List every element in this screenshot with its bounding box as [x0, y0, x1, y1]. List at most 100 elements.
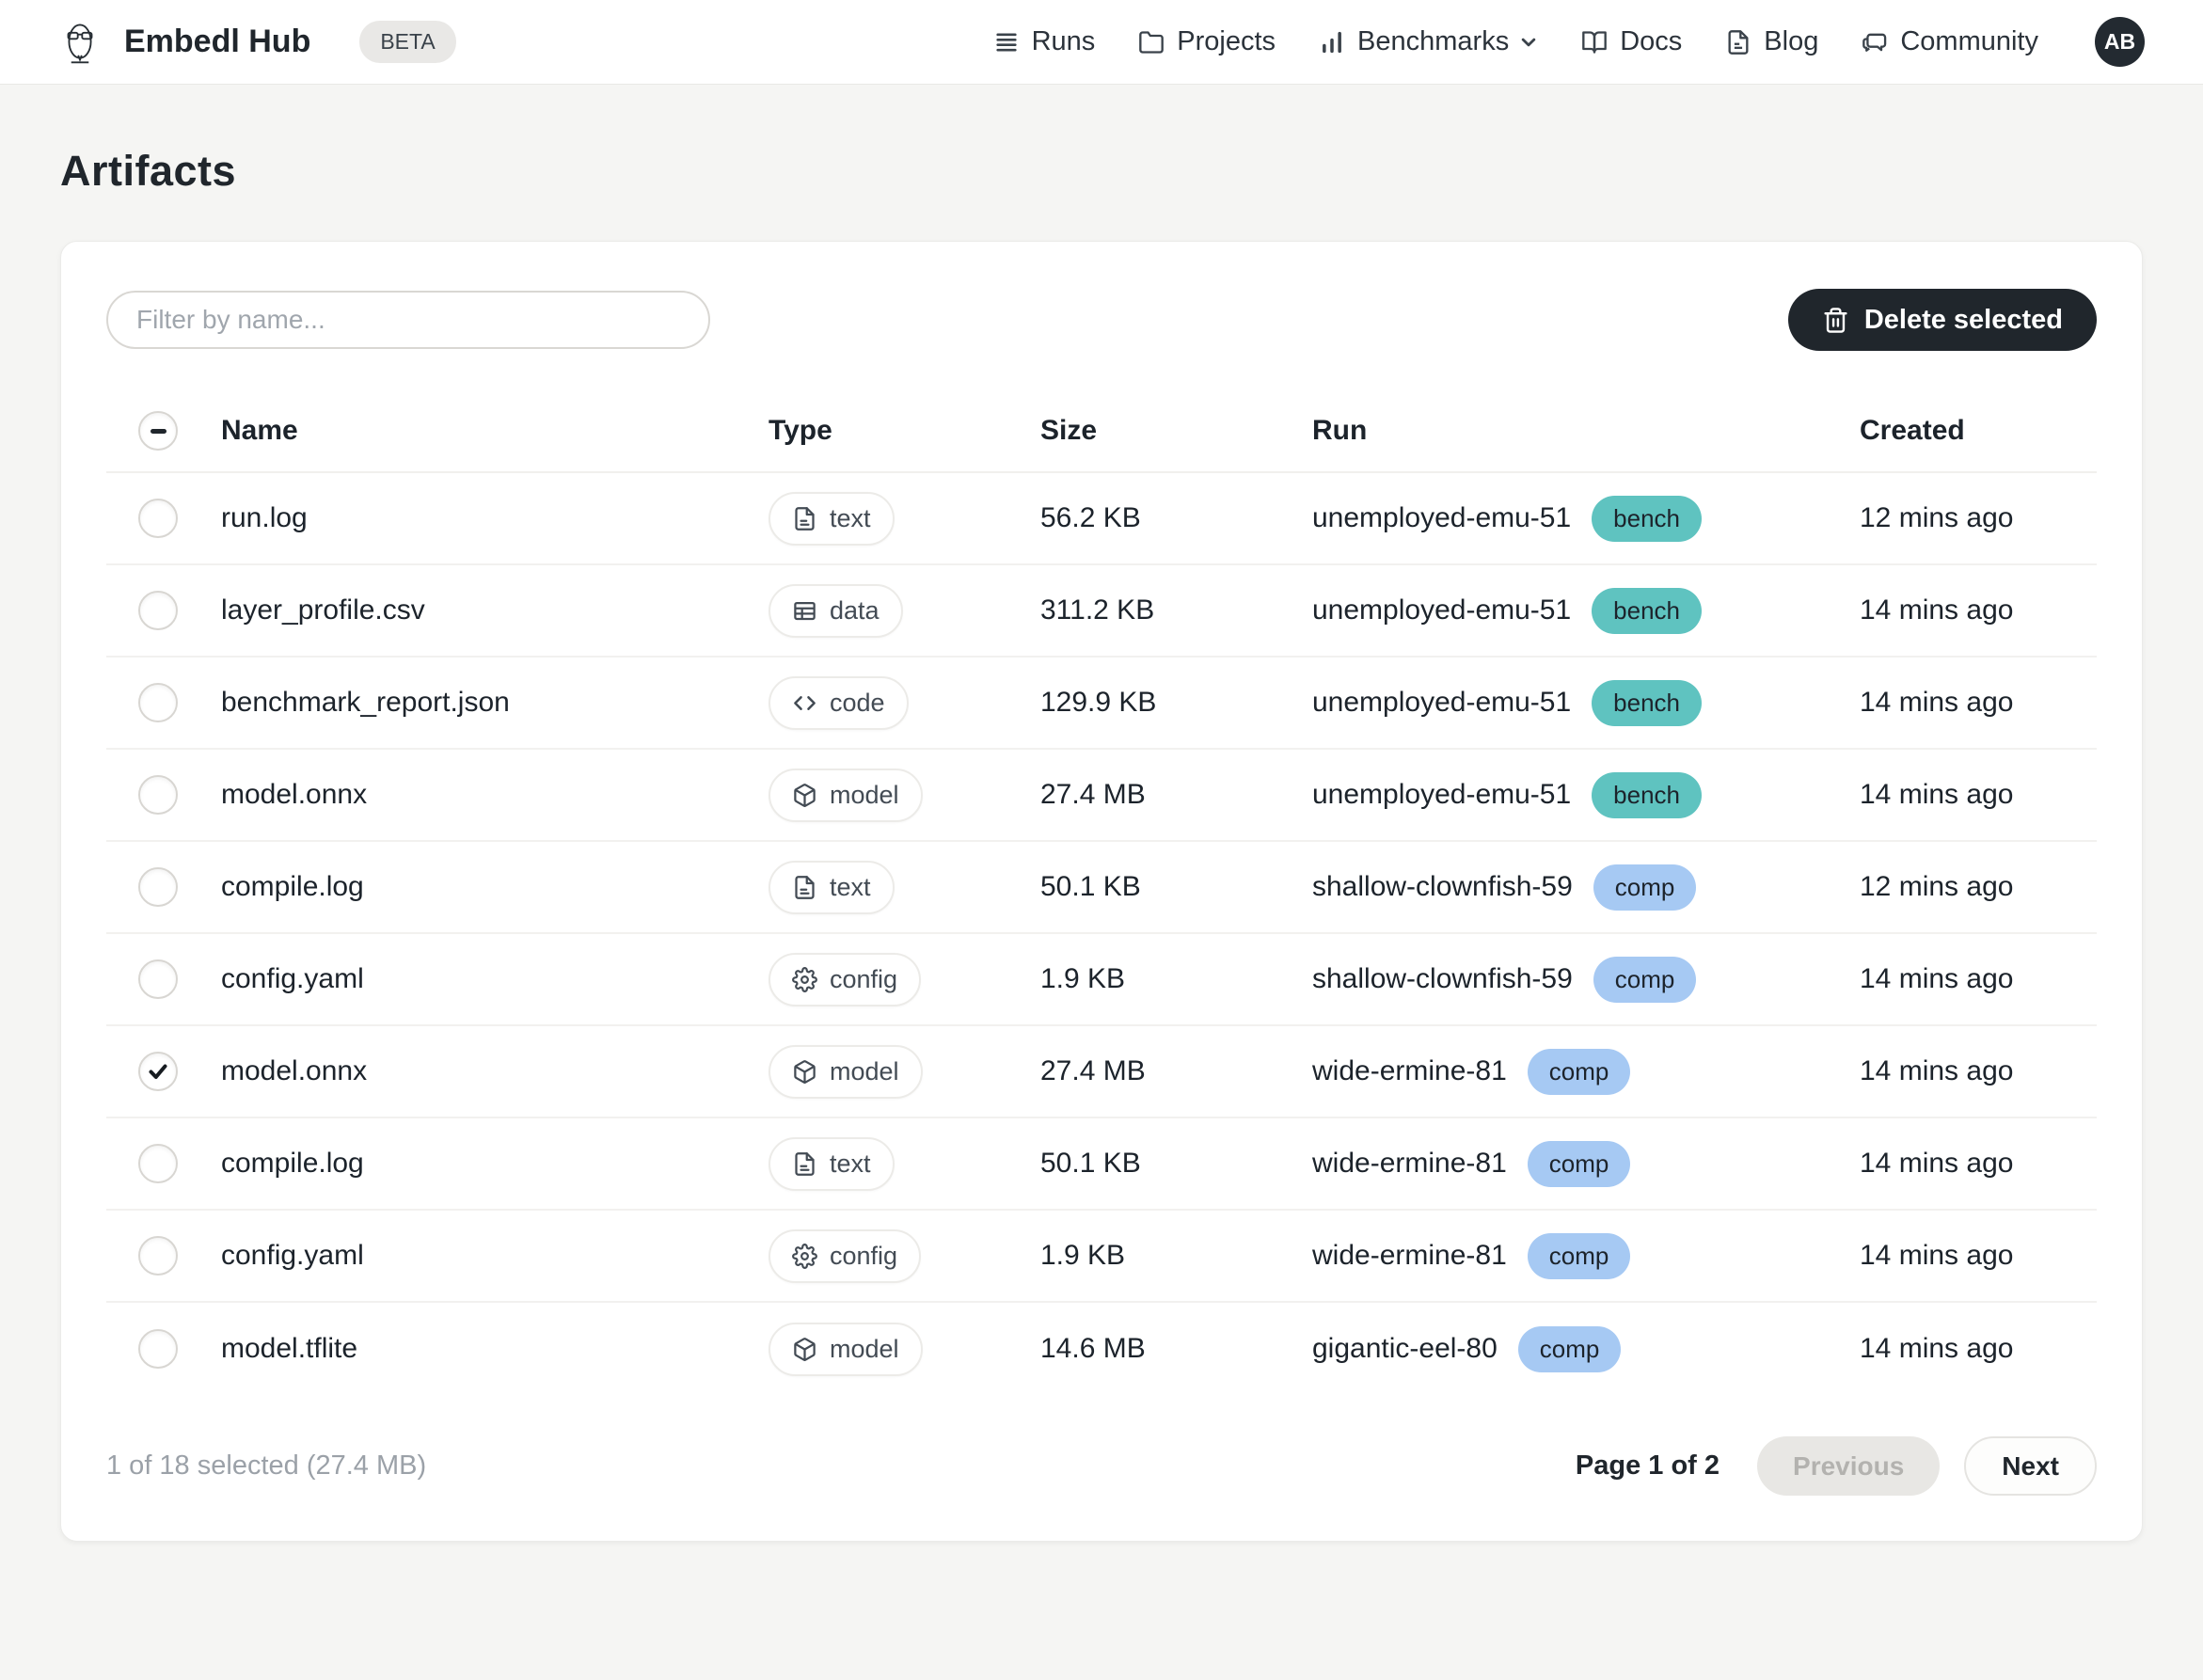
table-row: config.yaml config 1.9 KB wide-ermine-81… [106, 1211, 2097, 1303]
run-kind-badge: bench [1592, 588, 1702, 634]
nav-item-blog[interactable]: Blog [1725, 26, 1818, 57]
type-badge: model [769, 769, 923, 822]
column-header-run[interactable]: Run [1301, 415, 1848, 447]
artifact-size: 1.9 KB [1029, 963, 1301, 995]
chat-bubbles-icon [1862, 29, 1888, 55]
artifact-name: benchmark_report.json [210, 687, 757, 719]
run-name[interactable]: wide-ermine-81 [1312, 1148, 1507, 1180]
filter-input[interactable] [106, 291, 710, 349]
type-label: config [830, 1242, 897, 1271]
table-row: config.yaml config 1.9 KB shallow-clownf… [106, 934, 2097, 1026]
row-checkbox[interactable] [138, 1144, 178, 1183]
artifacts-card: Delete selected Name Type Size Run Creat… [60, 241, 2143, 1542]
type-label: model [830, 1057, 899, 1086]
artifact-name: compile.log [210, 1148, 757, 1180]
row-checkbox[interactable] [138, 683, 178, 722]
type-badge: config [769, 953, 921, 1006]
run-name[interactable]: wide-ermine-81 [1312, 1055, 1507, 1087]
code-icon [792, 690, 817, 716]
next-page-button[interactable]: Next [1964, 1436, 2097, 1496]
chevron-down-icon [1519, 33, 1538, 52]
run-name[interactable]: gigantic-eel-80 [1312, 1333, 1498, 1365]
cube-icon [792, 783, 817, 808]
column-header-created[interactable]: Created [1848, 415, 2097, 447]
artifact-created: 14 mins ago [1848, 1240, 2097, 1272]
main-nav: Runs Projects Benchmarks Docs Blog Commu… [993, 26, 2038, 57]
nav-item-projects[interactable]: Projects [1138, 26, 1276, 57]
artifact-name: compile.log [210, 871, 757, 903]
table-row: run.log text 56.2 KB unemployed-emu-51 b… [106, 473, 2097, 565]
app-header: Embedl Hub BETA Runs Projects Benchmarks… [0, 0, 2203, 85]
indeterminate-minus-icon [151, 429, 166, 434]
check-icon [147, 1060, 169, 1083]
table-header-row: Name Type Size Run Created [106, 390, 2097, 473]
artifact-size: 27.4 MB [1029, 779, 1301, 811]
table-row: compile.log text 50.1 KB shallow-clownfi… [106, 842, 2097, 934]
trash-icon [1822, 307, 1849, 334]
table-row: compile.log text 50.1 KB wide-ermine-81 … [106, 1118, 2097, 1211]
select-all-checkbox[interactable] [138, 411, 178, 451]
run-name[interactable]: wide-ermine-81 [1312, 1240, 1507, 1272]
page-title: Artifacts [60, 147, 2143, 196]
artifact-created: 14 mins ago [1848, 963, 2097, 995]
type-label: text [830, 873, 871, 902]
artifact-created: 12 mins ago [1848, 502, 2097, 534]
type-label: model [830, 781, 899, 810]
table-icon [792, 598, 817, 624]
beta-badge: BETA [359, 21, 455, 63]
run-name[interactable]: shallow-clownfish-59 [1312, 963, 1573, 995]
brand-name: Embedl Hub [124, 24, 310, 60]
column-header-size[interactable]: Size [1029, 415, 1301, 447]
row-checkbox[interactable] [138, 775, 178, 815]
artifact-size: 27.4 MB [1029, 1055, 1301, 1087]
file-text-icon [792, 506, 817, 531]
artifact-name: config.yaml [210, 963, 757, 995]
file-lines-icon [1725, 29, 1751, 55]
row-checkbox[interactable] [138, 1052, 178, 1091]
nav-item-runs[interactable]: Runs [993, 26, 1096, 57]
table-row: layer_profile.csv data 311.2 KB unemploy… [106, 565, 2097, 658]
run-name[interactable]: unemployed-emu-51 [1312, 594, 1571, 626]
run-name[interactable]: unemployed-emu-51 [1312, 779, 1571, 811]
run-name[interactable]: shallow-clownfish-59 [1312, 871, 1573, 903]
row-checkbox[interactable] [138, 959, 178, 999]
brand[interactable]: Embedl Hub BETA [58, 19, 456, 66]
table-row: model.onnx model 27.4 MB unemployed-emu-… [106, 750, 2097, 842]
folder-icon [1138, 29, 1165, 55]
row-checkbox[interactable] [138, 867, 178, 907]
artifact-created: 14 mins ago [1848, 779, 2097, 811]
type-badge: text [769, 1137, 895, 1191]
type-badge: config [769, 1229, 921, 1283]
cube-icon [792, 1337, 817, 1362]
run-kind-badge: bench [1592, 772, 1702, 818]
artifact-name: model.onnx [210, 1055, 757, 1087]
gear-icon [792, 967, 817, 992]
selection-summary: 1 of 18 selected (27.4 MB) [106, 1450, 426, 1482]
previous-page-button[interactable]: Previous [1757, 1436, 1940, 1496]
row-checkbox[interactable] [138, 591, 178, 630]
table-row: model.onnx model 27.4 MB wide-ermine-81 … [106, 1026, 2097, 1118]
type-badge: model [769, 1323, 923, 1376]
artifact-created: 14 mins ago [1848, 594, 2097, 626]
nav-item-benchmarks[interactable]: Benchmarks [1319, 26, 1538, 57]
avatar[interactable]: AB [2095, 17, 2145, 67]
row-checkbox[interactable] [138, 1329, 178, 1369]
run-name[interactable]: unemployed-emu-51 [1312, 687, 1571, 719]
column-header-type[interactable]: Type [757, 415, 1029, 447]
page-info: Page 1 of 2 [1576, 1450, 1720, 1482]
table-row: model.tflite model 14.6 MB gigantic-eel-… [106, 1303, 2097, 1395]
row-checkbox[interactable] [138, 1236, 178, 1276]
nav-item-docs[interactable]: Docs [1581, 26, 1682, 57]
gear-icon [792, 1244, 817, 1269]
row-checkbox[interactable] [138, 499, 178, 538]
nav-item-community[interactable]: Community [1862, 26, 2038, 57]
type-label: config [830, 965, 897, 994]
artifact-created: 14 mins ago [1848, 1333, 2097, 1365]
run-name[interactable]: unemployed-emu-51 [1312, 502, 1571, 534]
type-label: code [830, 689, 885, 718]
run-kind-badge: comp [1593, 864, 1697, 911]
artifact-size: 50.1 KB [1029, 1148, 1301, 1180]
column-header-name[interactable]: Name [210, 415, 757, 447]
delete-selected-button[interactable]: Delete selected [1788, 289, 2097, 351]
artifact-size: 1.9 KB [1029, 1240, 1301, 1272]
